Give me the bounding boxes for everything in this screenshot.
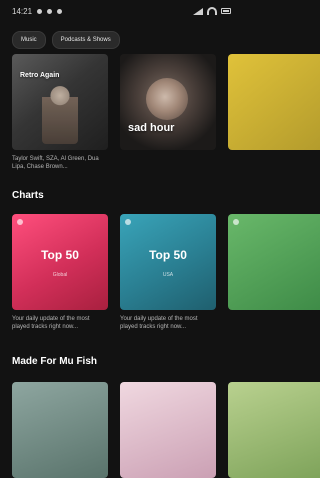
made-for-row bbox=[12, 382, 320, 478]
mix-card[interactable] bbox=[12, 382, 108, 478]
recommendation-row: Retro Again Taylor Swift, SZA, Al Green,… bbox=[12, 54, 320, 171]
playlist-cover: sad hour bbox=[120, 54, 216, 150]
artist-figure bbox=[42, 82, 78, 144]
playlist-cover bbox=[228, 54, 320, 150]
notification-icon bbox=[57, 8, 63, 14]
playlist-cover: Retro Again bbox=[12, 54, 108, 150]
chart-description: Your daily update of the most played tra… bbox=[12, 316, 90, 330]
spotify-logo-icon bbox=[125, 219, 131, 225]
chart-card[interactable] bbox=[228, 214, 320, 331]
mix-card[interactable] bbox=[228, 382, 320, 478]
section-title-charts: Charts bbox=[12, 190, 44, 201]
mix-cover bbox=[12, 382, 108, 478]
section-title-made-for: Made For Mu Fish bbox=[12, 356, 97, 367]
status-time: 14:21 bbox=[12, 6, 33, 16]
filter-chip-podcasts-shows[interactable]: Podcasts & Shows bbox=[51, 31, 120, 49]
playlist-card[interactable]: Retro Again Taylor Swift, SZA, Al Green,… bbox=[12, 54, 108, 171]
status-bar: 14:21 bbox=[0, 0, 243, 22]
chart-cover bbox=[228, 214, 320, 310]
battery-icon bbox=[221, 8, 231, 14]
mix-card[interactable] bbox=[120, 382, 216, 478]
chart-cover-title: Top 50 bbox=[149, 248, 187, 262]
cover-title: Retro Again bbox=[20, 72, 60, 79]
notification-icon bbox=[47, 8, 53, 14]
chart-cover-subtitle: USA bbox=[162, 272, 174, 278]
chart-description: Your daily update of the most played tra… bbox=[120, 316, 198, 330]
chart-card[interactable]: Top 50 USA Your daily update of the most… bbox=[120, 214, 216, 331]
wifi-icon bbox=[207, 7, 217, 15]
charts-row: Top 50 Global Your daily update of the m… bbox=[12, 214, 320, 331]
mix-cover bbox=[120, 382, 216, 478]
mix-cover bbox=[228, 382, 320, 478]
artist-figure bbox=[146, 78, 188, 120]
spotify-logo-icon bbox=[17, 219, 23, 225]
chart-cover-title: Top 50 bbox=[41, 248, 79, 262]
playlist-card[interactable] bbox=[228, 54, 320, 171]
chart-cover-subtitle: Global bbox=[52, 272, 68, 278]
filter-chips: Music Podcasts & Shows bbox=[12, 31, 120, 49]
playlist-description: Taylor Swift, SZA, Al Green, Dua Lipa, C… bbox=[12, 156, 99, 170]
spotify-logo-icon bbox=[233, 219, 239, 225]
chart-cover: Top 50 USA bbox=[120, 214, 216, 310]
cellular-signal-icon bbox=[193, 7, 203, 15]
status-right bbox=[193, 7, 231, 15]
chart-cover: Top 50 Global bbox=[12, 214, 108, 310]
chart-card[interactable]: Top 50 Global Your daily update of the m… bbox=[12, 214, 108, 331]
cover-title: sad hour bbox=[128, 122, 175, 134]
status-left: 14:21 bbox=[12, 6, 63, 16]
notification-icon bbox=[37, 8, 43, 14]
filter-chip-music[interactable]: Music bbox=[12, 31, 46, 49]
playlist-card[interactable]: sad hour bbox=[120, 54, 216, 171]
